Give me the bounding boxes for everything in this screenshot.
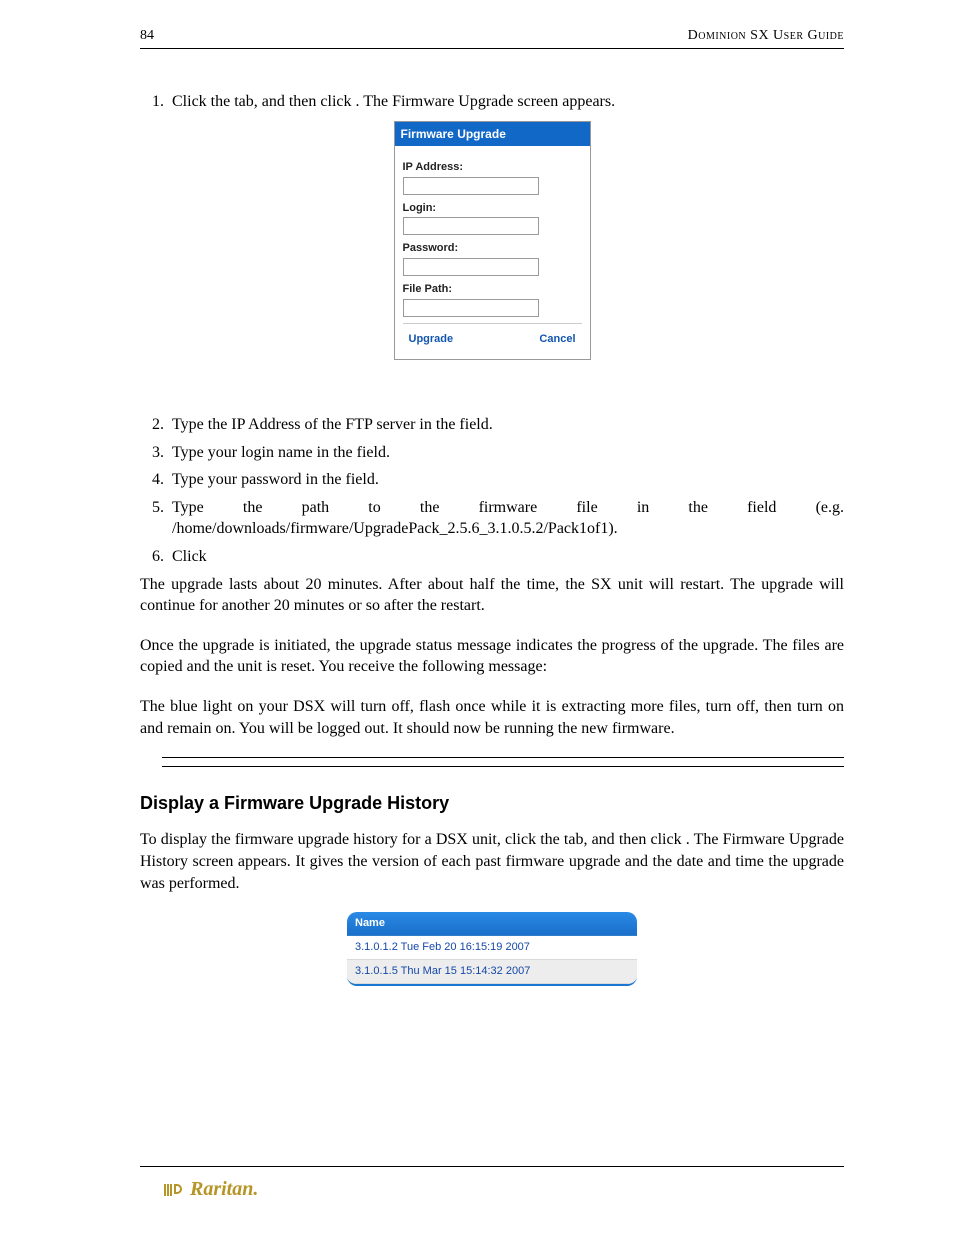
upgrade-button[interactable]: Upgrade (409, 332, 454, 347)
page-number: 84 (140, 28, 154, 44)
logo-text: Raritan. (190, 1178, 258, 1201)
history-intro: To display the firmware upgrade history … (140, 829, 844, 894)
step-4: Type your password in the field. (168, 469, 844, 491)
login-input[interactable] (403, 217, 539, 235)
step-3: Type your login name in the field. (168, 442, 844, 464)
dialog-title: Firmware Upgrade (395, 122, 590, 146)
firmware-history-table: Name 3.1.0.1.2 Tue Feb 20 16:15:19 2007 … (347, 912, 637, 986)
raritan-logo-icon (164, 1182, 186, 1198)
password-input[interactable] (403, 258, 539, 276)
section-heading: Display a Firmware Upgrade History (140, 791, 844, 815)
paragraph-upgrade-duration: The upgrade lasts about 20 minutes. Afte… (140, 574, 844, 617)
firmware-upgrade-dialog: Firmware Upgrade IP Address: Login: Pass… (394, 121, 591, 360)
raritan-logo: Raritan. (164, 1178, 258, 1201)
doc-title: Dominion SX User Guide (688, 28, 844, 44)
footer-rule (140, 1166, 844, 1167)
paragraph-blue-light: The blue light on your DSX will turn off… (140, 696, 844, 739)
cancel-button[interactable]: Cancel (539, 332, 575, 347)
history-row[interactable]: 3.1.0.1.2 Tue Feb 20 16:15:19 2007 (347, 936, 637, 960)
step-2: Type the IP Address of the FTP server in… (168, 414, 844, 436)
ip-address-input[interactable] (403, 177, 539, 195)
password-label: Password: (403, 241, 582, 256)
paragraph-status-message: Once the upgrade is initiated, the upgra… (140, 635, 844, 678)
step-1: Click the tab, and then click . The Firm… (168, 91, 844, 113)
step-5: Type the path to the firmware file in th… (168, 497, 844, 540)
section-divider (162, 757, 844, 767)
filepath-input[interactable] (403, 299, 539, 317)
step-6: Click (168, 546, 844, 568)
filepath-label: File Path: (403, 282, 582, 297)
history-row[interactable]: 3.1.0.1.5 Thu Mar 15 15:14:32 2007 (347, 960, 637, 984)
history-header: Name (347, 912, 637, 936)
header-rule (140, 48, 844, 49)
login-label: Login: (403, 201, 582, 216)
ip-address-label: IP Address: (403, 160, 582, 175)
